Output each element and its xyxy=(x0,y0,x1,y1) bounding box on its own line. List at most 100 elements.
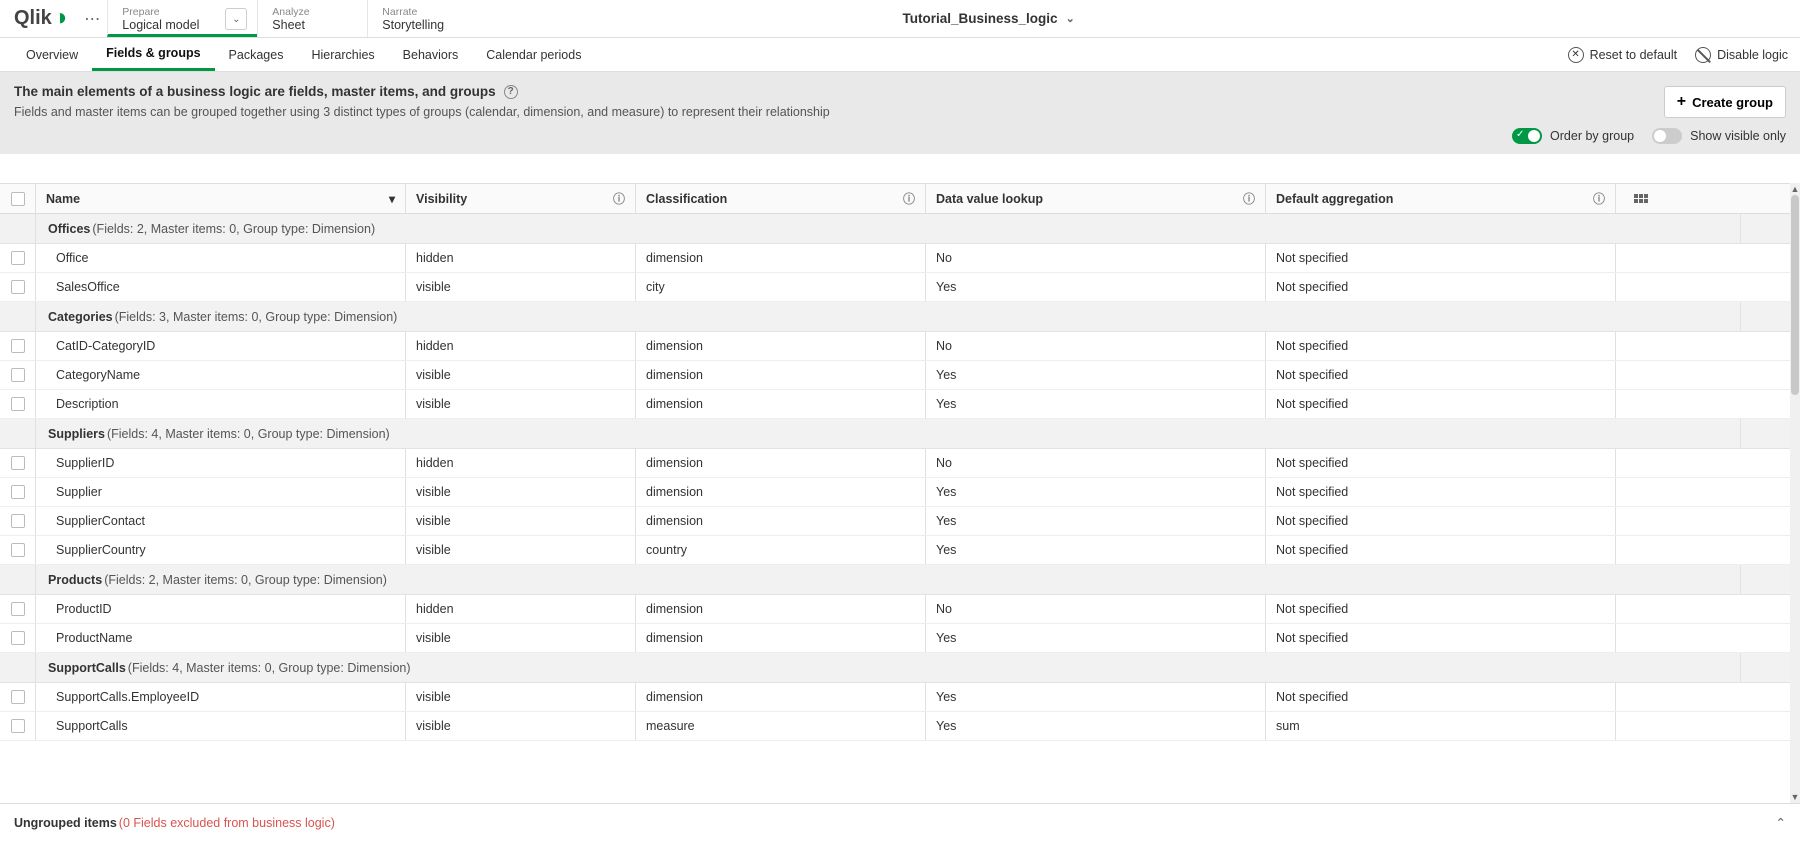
cell-classification: dimension xyxy=(636,478,926,506)
column-name-label: Name xyxy=(46,192,80,206)
cell-extra xyxy=(1616,712,1666,740)
row-checkbox[interactable] xyxy=(0,595,36,623)
nav-analyze[interactable]: Analyze Sheet xyxy=(257,0,367,37)
info-icon[interactable]: ⓘ xyxy=(1593,190,1605,207)
cell-aggregation: Not specified xyxy=(1266,478,1616,506)
reset-icon: ✕ xyxy=(1568,47,1584,63)
cell-aggregation: Not specified xyxy=(1266,361,1616,389)
subtab-hierarchies[interactable]: Hierarchies xyxy=(297,38,388,71)
create-group-button[interactable]: + Create group xyxy=(1664,86,1786,118)
group-spacer xyxy=(0,419,36,448)
row-checkbox[interactable] xyxy=(0,683,36,711)
cell-name: CategoryName xyxy=(36,361,406,389)
row-checkbox[interactable] xyxy=(0,244,36,272)
cell-extra xyxy=(1616,332,1666,360)
group-label: Suppliers (Fields: 4, Master items: 0, G… xyxy=(36,419,1740,448)
group-row[interactable]: Offices (Fields: 2, Master items: 0, Gro… xyxy=(0,214,1790,244)
table-row[interactable]: ProductIDhiddendimensionNoNot specified xyxy=(0,595,1790,624)
table-row[interactable]: ProductNamevisibledimensionYesNot specif… xyxy=(0,624,1790,653)
create-group-label: Create group xyxy=(1692,95,1773,110)
column-header-name[interactable]: Name ▾ xyxy=(36,184,406,213)
cell-visibility: visible xyxy=(406,624,636,652)
cell-visibility: visible xyxy=(406,507,636,535)
section-description: Fields and master items can be grouped t… xyxy=(14,105,1500,119)
row-checkbox[interactable] xyxy=(0,536,36,564)
table-row[interactable]: DescriptionvisibledimensionYesNot specif… xyxy=(0,390,1790,419)
cell-extra xyxy=(1616,273,1666,301)
nav-narrate[interactable]: Narrate Storytelling xyxy=(367,0,477,37)
expand-footer-icon[interactable]: ⌃ xyxy=(1776,815,1786,830)
cell-lookup: Yes xyxy=(926,536,1266,564)
ungrouped-items-label: Ungrouped items xyxy=(14,816,117,830)
info-icon[interactable]: ⓘ xyxy=(903,190,915,207)
cell-aggregation: Not specified xyxy=(1266,390,1616,418)
column-header-lookup[interactable]: Data value lookup ⓘ xyxy=(926,184,1266,213)
column-header-classification[interactable]: Classification ⓘ xyxy=(636,184,926,213)
column-picker-button[interactable] xyxy=(1616,184,1666,213)
reset-to-default-button[interactable]: ✕ Reset to default xyxy=(1568,47,1678,63)
column-header-aggregation[interactable]: Default aggregation ⓘ xyxy=(1266,184,1616,213)
filter-icon[interactable]: ▾ xyxy=(389,192,395,206)
cell-lookup: Yes xyxy=(926,273,1266,301)
table-row[interactable]: SupportCalls.EmployeeIDvisibledimensionY… xyxy=(0,683,1790,712)
row-checkbox[interactable] xyxy=(0,361,36,389)
scroll-track[interactable] xyxy=(1790,195,1800,791)
column-header-visibility[interactable]: Visibility ⓘ xyxy=(406,184,636,213)
info-icon[interactable]: ⓘ xyxy=(613,190,625,207)
cell-extra xyxy=(1616,244,1666,272)
help-icon[interactable]: ? xyxy=(504,85,518,99)
row-checkbox[interactable] xyxy=(0,478,36,506)
select-all-cell[interactable] xyxy=(0,184,36,213)
show-visible-only-toggle[interactable] xyxy=(1652,128,1682,144)
vertical-scrollbar[interactable]: ▲ ▼ xyxy=(1790,183,1800,803)
row-checkbox[interactable] xyxy=(0,624,36,652)
table-row[interactable]: SupportCallsvisiblemeasureYessum xyxy=(0,712,1790,741)
table-row[interactable]: OfficehiddendimensionNoNot specified xyxy=(0,244,1790,273)
group-row[interactable]: Categories (Fields: 3, Master items: 0, … xyxy=(0,302,1790,332)
cell-visibility: visible xyxy=(406,683,636,711)
table-row[interactable]: CategoryNamevisibledimensionYesNot speci… xyxy=(0,361,1790,390)
row-checkbox[interactable] xyxy=(0,712,36,740)
cell-visibility: hidden xyxy=(406,449,636,477)
row-checkbox[interactable] xyxy=(0,332,36,360)
more-button[interactable]: ⋯ xyxy=(77,0,107,37)
cell-classification: dimension xyxy=(636,244,926,272)
table-row[interactable]: SupplierIDhiddendimensionNoNot specified xyxy=(0,449,1790,478)
order-by-group-toggle[interactable]: ✓ xyxy=(1512,128,1542,144)
table-row[interactable]: SalesOfficevisiblecityYesNot specified xyxy=(0,273,1790,302)
scroll-down-arrow[interactable]: ▼ xyxy=(1791,791,1800,803)
row-checkbox[interactable] xyxy=(0,507,36,535)
group-row[interactable]: SupportCalls (Fields: 4, Master items: 0… xyxy=(0,653,1790,683)
table-row[interactable]: SupplierContactvisibledimensionYesNot sp… xyxy=(0,507,1790,536)
nav-prepare-dropdown[interactable]: ⌄ xyxy=(225,8,247,30)
table-row[interactable]: CatID-CategoryIDhiddendimensionNoNot spe… xyxy=(0,332,1790,361)
row-checkbox[interactable] xyxy=(0,273,36,301)
app-title-dropdown[interactable]: Tutorial_Business_logic ⌄ xyxy=(903,11,1075,26)
group-name: Suppliers xyxy=(48,427,105,441)
subtab-calendar-periods[interactable]: Calendar periods xyxy=(472,38,595,71)
row-checkbox[interactable] xyxy=(0,390,36,418)
subtab-overview[interactable]: Overview xyxy=(12,38,92,71)
subtab-packages[interactable]: Packages xyxy=(215,38,298,71)
group-row[interactable]: Suppliers (Fields: 4, Master items: 0, G… xyxy=(0,419,1790,449)
cell-aggregation: Not specified xyxy=(1266,507,1616,535)
checkbox-icon xyxy=(11,280,25,294)
nav-prepare[interactable]: Prepare Logical model ⌄ xyxy=(107,0,257,37)
disable-icon xyxy=(1695,47,1711,63)
group-meta: (Fields: 4, Master items: 0, Group type:… xyxy=(128,661,411,675)
scroll-up-arrow[interactable]: ▲ xyxy=(1791,183,1800,195)
scroll-thumb[interactable] xyxy=(1791,195,1799,395)
footer-bar[interactable]: Ungrouped items (0 Fields excluded from … xyxy=(0,803,1800,841)
checkbox-icon xyxy=(11,631,25,645)
disable-logic-button[interactable]: Disable logic xyxy=(1695,47,1788,63)
table-row[interactable]: SupplierCountryvisiblecountryYesNot spec… xyxy=(0,536,1790,565)
column-picker-icon xyxy=(1634,194,1648,203)
group-row[interactable]: Products (Fields: 2, Master items: 0, Gr… xyxy=(0,565,1790,595)
subtab-fields-groups[interactable]: Fields & groups xyxy=(92,38,214,71)
nav-prepare-value: Logical model xyxy=(122,18,217,32)
table-row[interactable]: SuppliervisibledimensionYesNot specified xyxy=(0,478,1790,507)
subtab-behaviors[interactable]: Behaviors xyxy=(389,38,473,71)
info-icon[interactable]: ⓘ xyxy=(1243,190,1255,207)
column-lookup-label: Data value lookup xyxy=(936,192,1043,206)
row-checkbox[interactable] xyxy=(0,449,36,477)
